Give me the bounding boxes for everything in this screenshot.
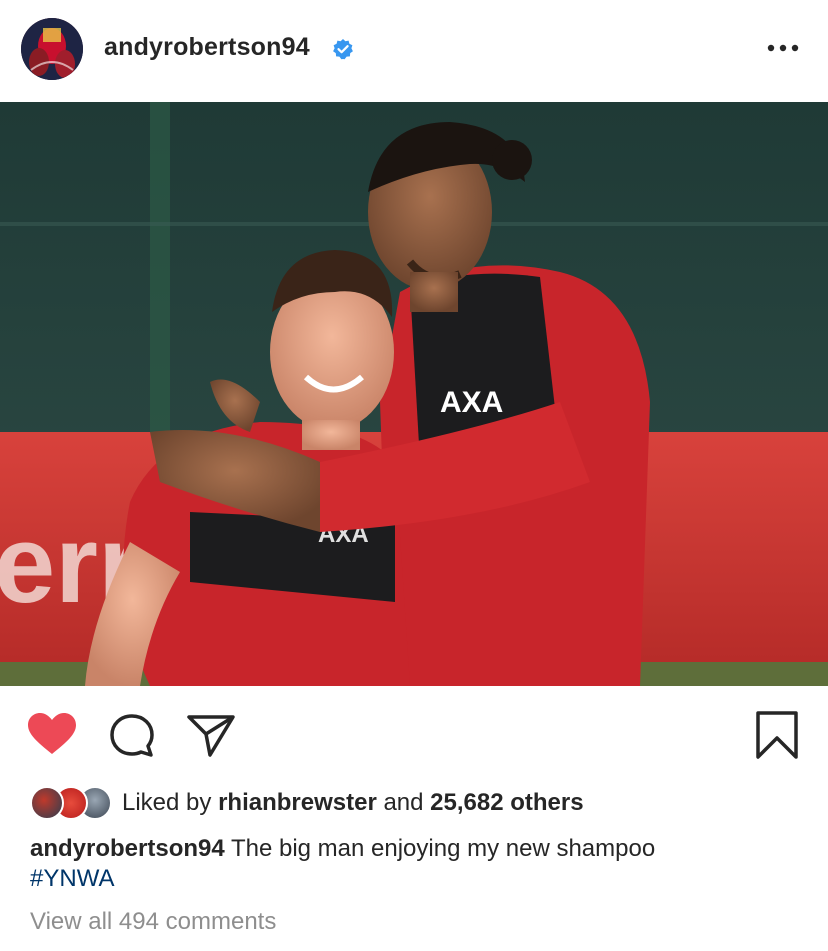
paper-plane-icon[interactable]: [186, 712, 236, 758]
likes-row[interactable]: Liked by rhianbrewster and 25,682 others: [30, 786, 584, 820]
caption-hashtag[interactable]: #YNWA: [30, 864, 810, 894]
photo-image: err AXA AXA: [0, 102, 828, 686]
post-header: andyrobertson94: [0, 0, 828, 102]
view-all-comments-link[interactable]: View all 494 comments: [30, 908, 276, 936]
likes-joiner: and: [383, 789, 424, 816]
caption-username[interactable]: andyrobertson94: [30, 835, 225, 862]
jersey-sponsor-right: AXA: [440, 386, 503, 419]
post-photo[interactable]: err AXA AXA: [0, 102, 828, 686]
comment-icon[interactable]: [108, 712, 156, 760]
avatar-image: [21, 18, 83, 80]
caption-text: The big man enjoying my new shampoo: [230, 835, 656, 862]
liker-avatar: [30, 786, 64, 820]
likes-others-count[interactable]: 25,682 others: [430, 789, 583, 816]
post-username[interactable]: andyrobertson94: [104, 33, 310, 62]
likes-text: Liked by rhianbrewster and 25,682 others: [122, 789, 584, 817]
bookmark-icon[interactable]: [754, 710, 800, 760]
heart-filled-icon[interactable]: [27, 712, 77, 756]
profile-avatar[interactable]: [21, 18, 83, 80]
liked-by-label: Liked by: [122, 789, 212, 816]
liker-username[interactable]: rhianbrewster: [218, 789, 377, 816]
post-caption: andyrobertson94 The big man enjoying my …: [30, 834, 810, 894]
post-action-bar: [0, 686, 828, 786]
verified-badge-icon: [333, 39, 353, 60]
more-options-icon[interactable]: [765, 36, 801, 60]
